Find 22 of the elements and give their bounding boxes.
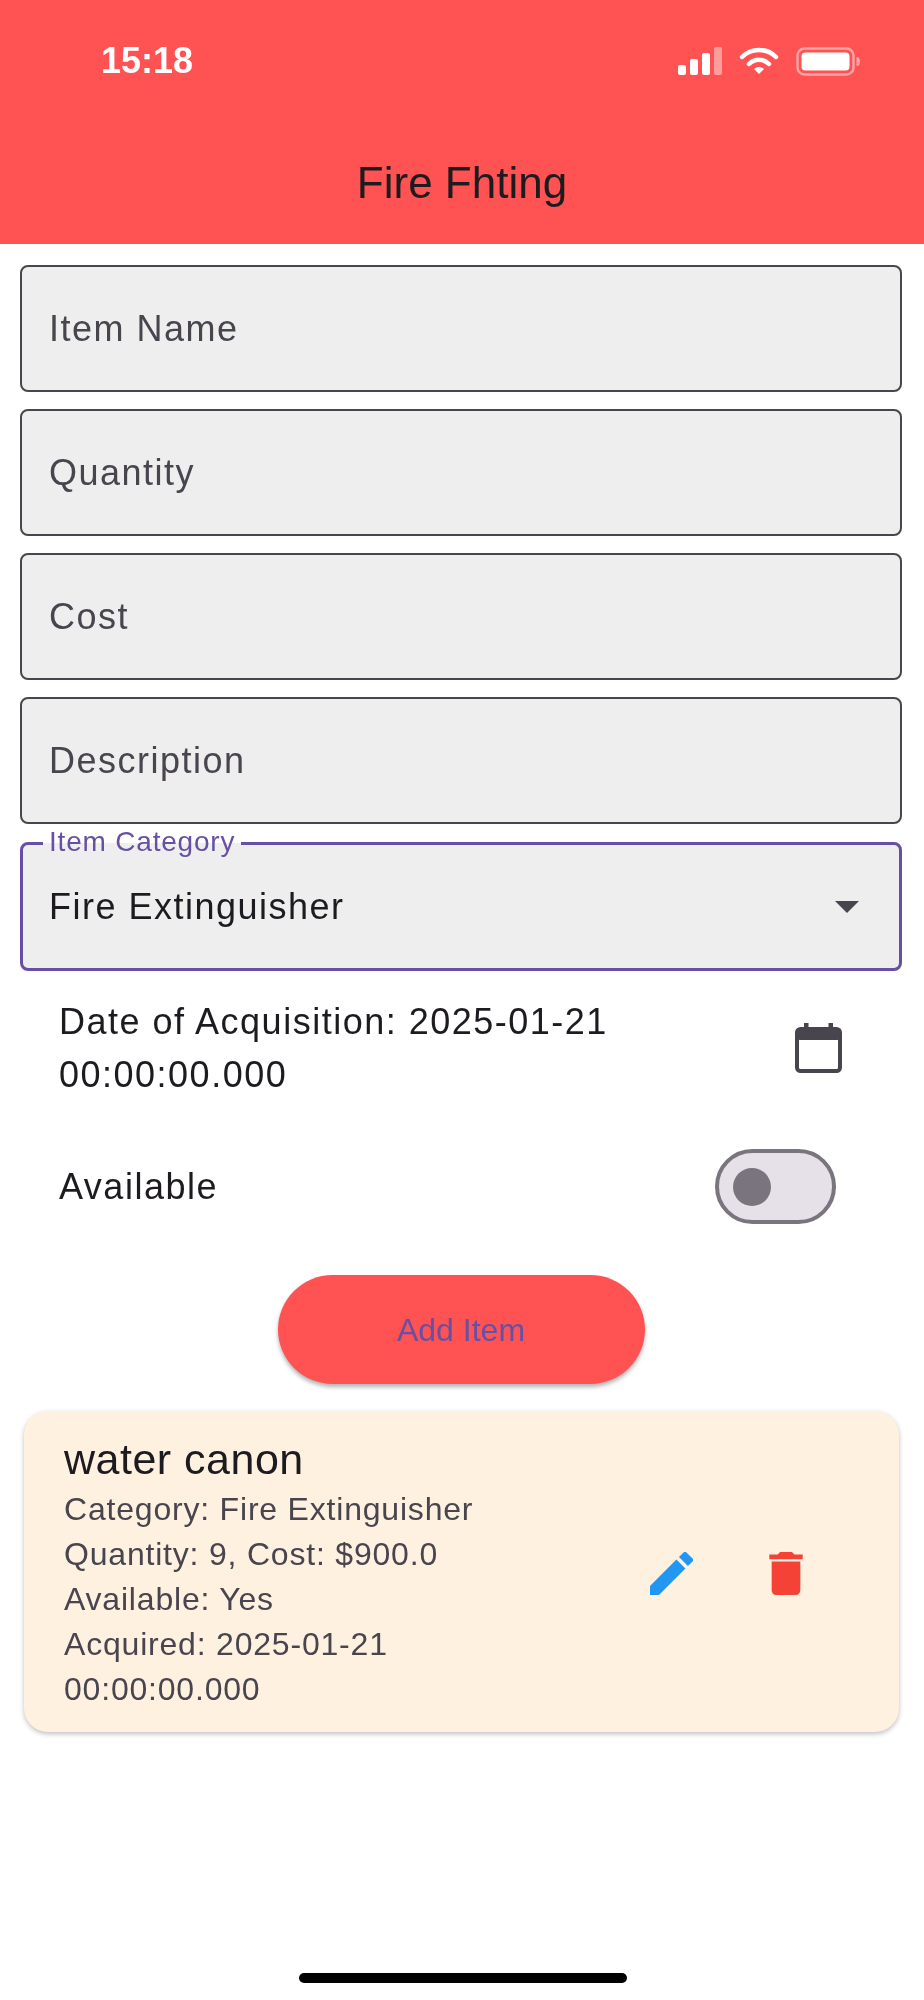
item-detail: Category: Fire Extinguisher [64, 1490, 475, 1529]
wifi-icon [739, 47, 779, 75]
item-detail: Available: Yes [64, 1580, 275, 1619]
selected-value: Fire Extinguisher [49, 884, 345, 929]
item-name: water canon [64, 1435, 305, 1483]
caret-icon [835, 900, 859, 913]
trash-icon[interactable] [769, 1552, 803, 1595]
item-detail: Acquired: 2025-01-21 00:00:00.000 [64, 1625, 389, 1709]
signal-icon [678, 47, 722, 75]
item-detail: Quantity: 9, Cost: $900.0 [64, 1535, 439, 1574]
field-label: Item Category [43, 829, 242, 855]
battery-icon [796, 46, 860, 76]
input-field[interactable]: Quantity [20, 409, 902, 536]
pencil-icon[interactable] [650, 1552, 693, 1595]
input-field[interactable]: Description [20, 697, 902, 824]
available-label: Available [59, 1164, 218, 1209]
app-title: Fire Fhting [356, 157, 568, 209]
calendar-icon[interactable] [795, 1023, 842, 1073]
date-text: Date of Acquisition: 2025-01-21 00:00:00.000 [59, 1000, 609, 1097]
input-field[interactable]: Cost [20, 553, 902, 680]
input-field[interactable]: Item Name [20, 265, 902, 392]
status-time: 15:18 [101, 43, 194, 79]
